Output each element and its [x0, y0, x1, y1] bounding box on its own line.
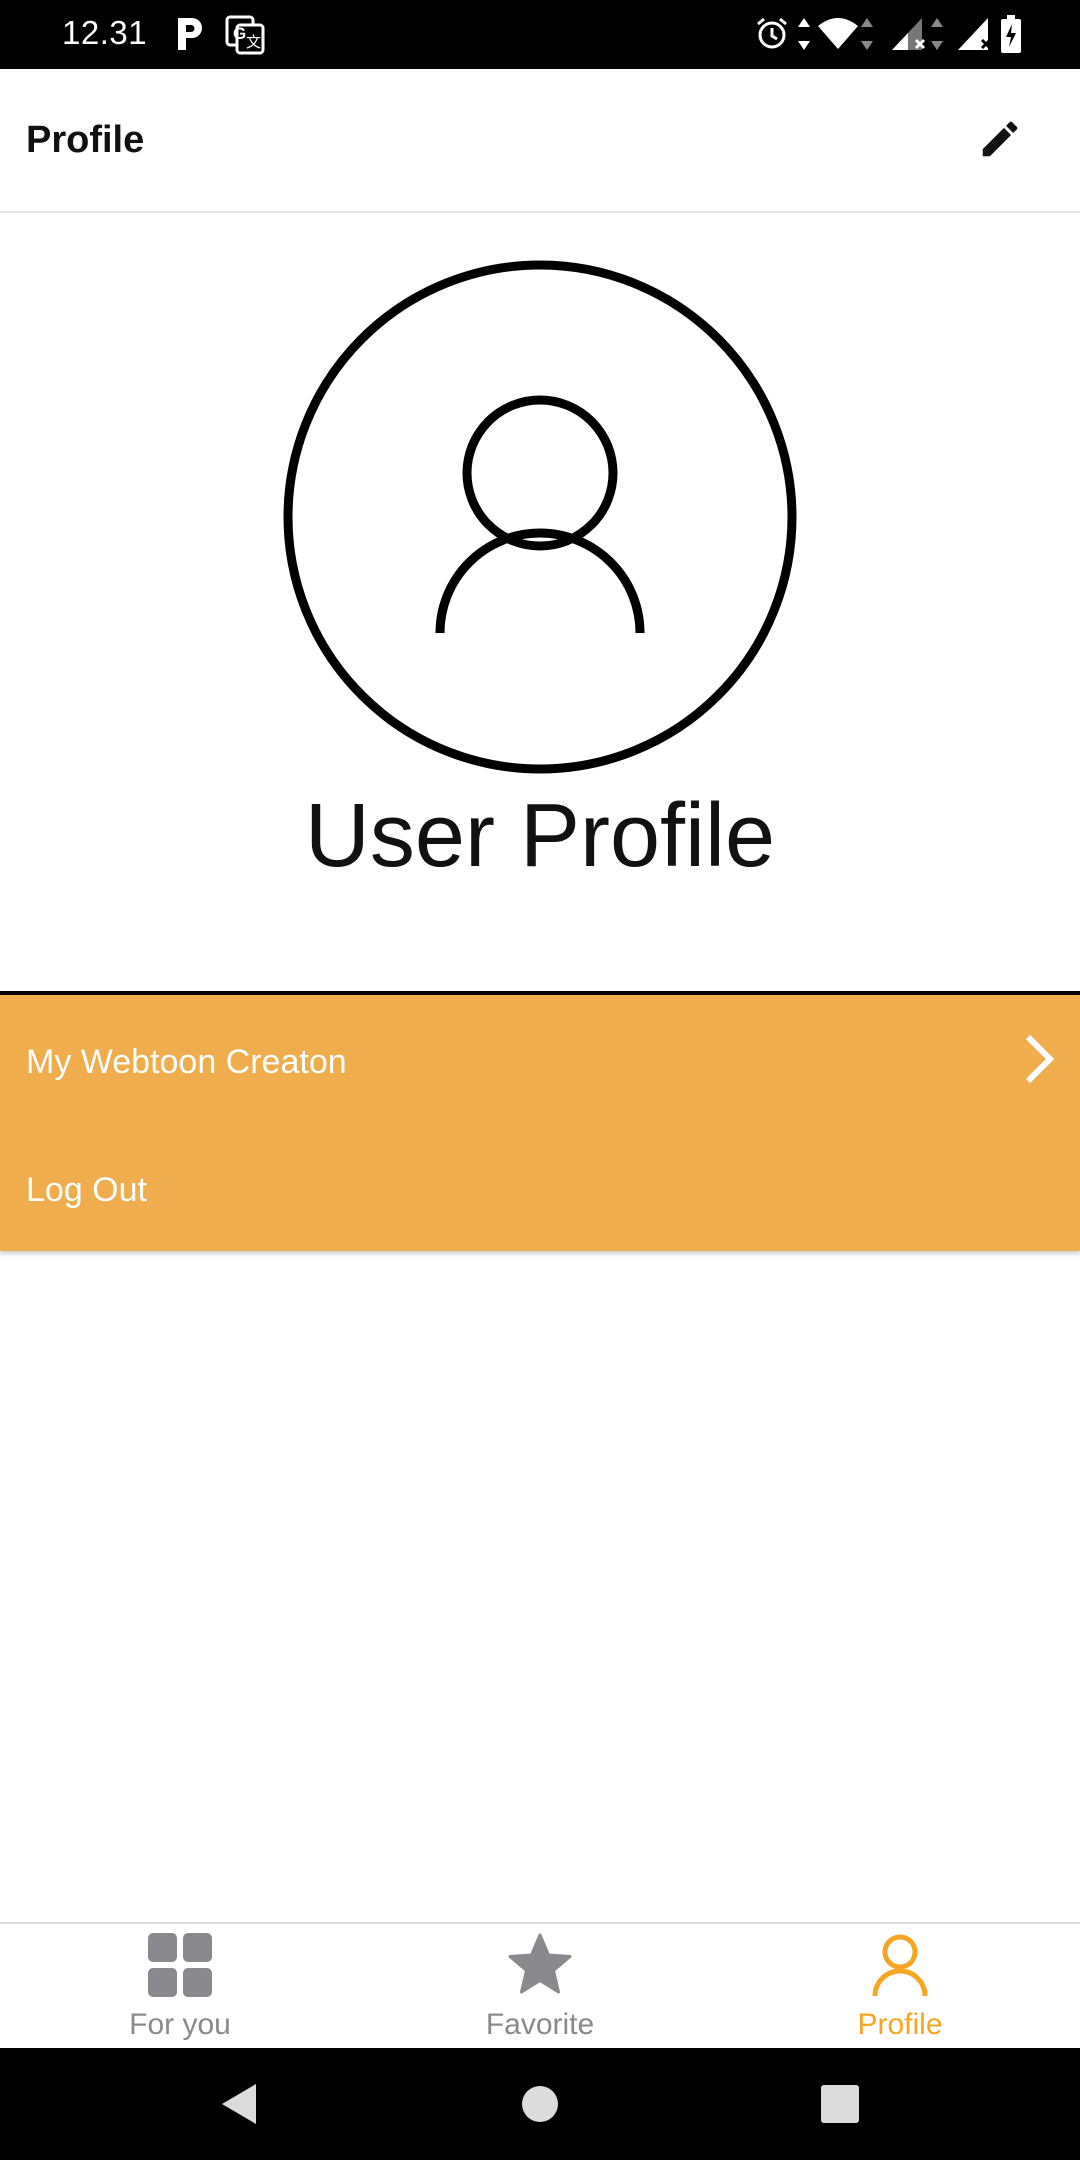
wifi-arrows-icon [860, 16, 874, 57]
status-bar: 12.31 G 文 [0, 0, 1080, 69]
svg-text:文: 文 [246, 34, 261, 51]
back-icon[interactable] [214, 2078, 266, 2130]
nav-label-profile: Profile [857, 2008, 943, 2041]
star-icon [507, 1932, 573, 1998]
app-bar: Profile [0, 69, 1080, 213]
svg-text:G: G [233, 24, 246, 43]
user-avatar-icon [282, 260, 798, 779]
battery-charging-icon [1000, 14, 1022, 59]
nav-tab-profile[interactable]: Profile [720, 1924, 1080, 2048]
menu-item-my-webtoon-creation[interactable]: My Webtoon Creaton [0, 995, 1080, 1119]
edit-profile-button[interactable] [970, 111, 1030, 171]
nav-label-favorite: Favorite [485, 2008, 595, 2041]
translate-icon: G 文 [224, 14, 266, 61]
menu-item-label: My Webtoon Creaton [26, 1043, 347, 1081]
bottom-navigation: For you Favorite Profile [0, 1922, 1080, 2048]
page-title: Profile [26, 119, 145, 161]
grid-icon [147, 1932, 213, 1998]
nav-tab-for-you[interactable]: For you [0, 1924, 360, 2048]
user-profile-name: User Profile [304, 786, 776, 886]
recents-icon[interactable] [814, 2078, 866, 2130]
profile-menu: My Webtoon Creaton Log Out [0, 995, 1080, 1251]
menu-item-log-out[interactable]: Log Out [0, 1123, 1080, 1247]
system-navigation-bar [0, 2048, 1080, 2160]
menu-item-label: Log Out [26, 1171, 147, 1209]
chevron-right-icon [1020, 1031, 1060, 1087]
edit-pencil-icon [977, 116, 1023, 167]
signal-1-icon [890, 16, 930, 57]
home-icon[interactable] [514, 2078, 566, 2130]
signal-arrows-icon [930, 16, 944, 57]
wifi-icon [816, 18, 860, 55]
data-arrows-icon [796, 16, 812, 57]
screen: 12.31 G 文 Profile User Profile My Webtoo… [0, 0, 1080, 2160]
status-time: 12.31 [62, 14, 148, 51]
parking-icon [170, 14, 208, 59]
nav-tab-favorite[interactable]: Favorite [360, 1924, 720, 2048]
nav-label-for-you: For you [129, 2008, 231, 2041]
person-icon [867, 1932, 933, 1998]
profile-avatar[interactable] [282, 259, 798, 775]
signal-2-icon [956, 16, 996, 57]
alarm-icon [754, 16, 790, 57]
